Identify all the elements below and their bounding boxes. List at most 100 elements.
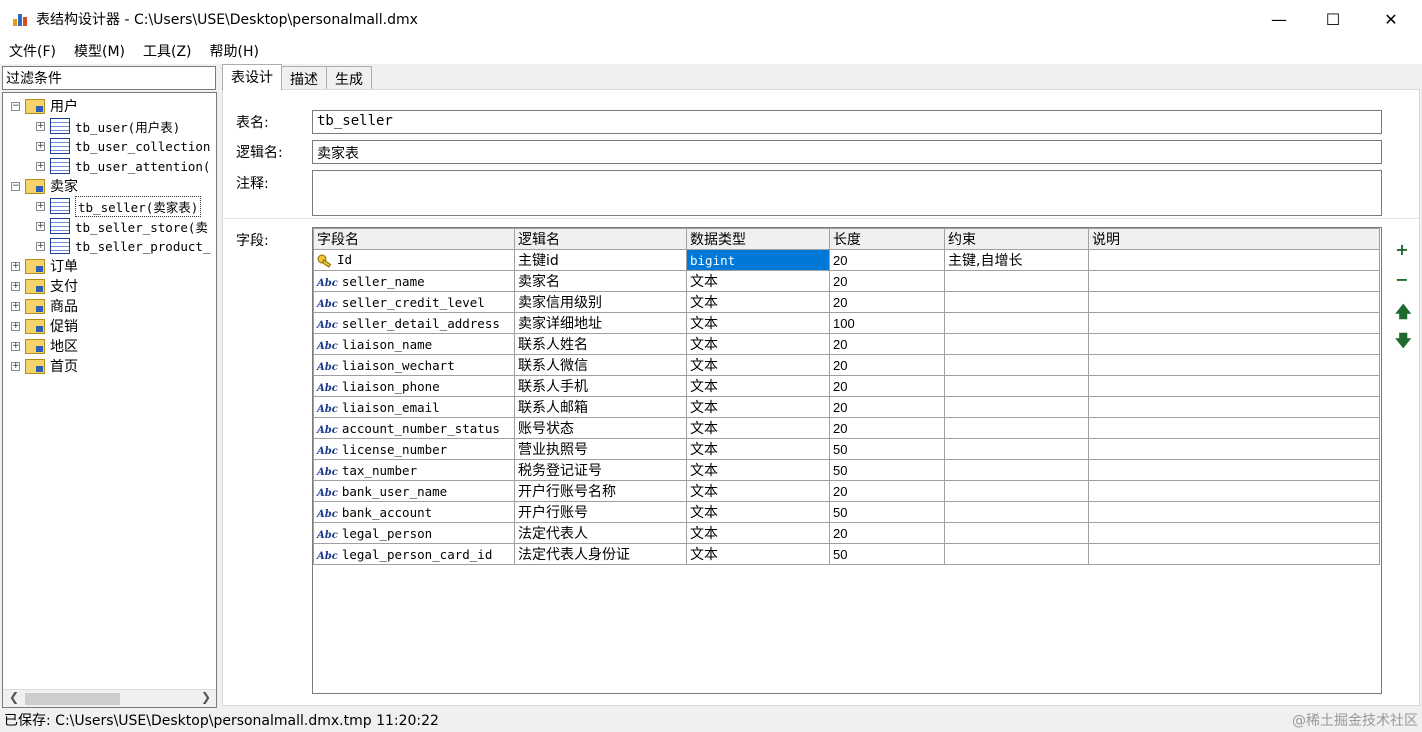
grid-cell-length[interactable]: 20 (829, 480, 945, 502)
grid-cell-constraint[interactable] (944, 543, 1089, 565)
grid-cell-constraint[interactable] (944, 438, 1089, 460)
grid-cell-constraint[interactable] (944, 291, 1089, 313)
collapse-icon[interactable]: − (11, 101, 20, 111)
grid-cell-field-name[interactable]: Id (313, 249, 515, 271)
close-button[interactable]: ✕ (1364, 0, 1418, 38)
grid-cell-logical-name[interactable]: 卖家名 (514, 270, 687, 292)
grid-cell-length[interactable]: 50 (829, 501, 945, 523)
table-row[interactable]: Abc liaison_wechart 联系人微信 文本 20 (313, 354, 1380, 376)
tree-table-item[interactable]: + tb_user_collection (36, 136, 210, 156)
expand-icon[interactable]: + (11, 321, 20, 331)
grid-cell-data-type[interactable]: 文本 (686, 522, 830, 544)
grid-cell-constraint[interactable] (944, 375, 1089, 397)
grid-cell-remark[interactable] (1088, 501, 1380, 523)
model-tree[interactable]: − 用户 + tb_user(用户表) + tb_user_collection + tb_u… (2, 92, 217, 708)
tree-folder[interactable]: + 促销 (11, 316, 78, 336)
table-row[interactable]: Abc liaison_name 联系人姓名 文本 20 (313, 333, 1380, 355)
grid-cell-length[interactable]: 20 (829, 291, 945, 313)
grid-cell-logical-name[interactable]: 卖家详细地址 (514, 312, 687, 334)
menu-file[interactable]: 文件(F) (0, 41, 65, 61)
grid-cell-data-type[interactable]: 文本 (686, 459, 830, 481)
grid-cell-field-name[interactable]: Abc legal_person_card_id (313, 543, 515, 565)
tab-generate[interactable]: 生成 (326, 66, 372, 90)
remove-field-icon[interactable]: − (1395, 272, 1409, 288)
grid-cell-logical-name[interactable]: 主键id (514, 249, 687, 271)
grid-cell-remark[interactable] (1088, 333, 1380, 355)
grid-cell-data-type[interactable]: 文本 (686, 333, 830, 355)
grid-column-header[interactable]: 长度 (829, 228, 945, 250)
grid-cell-length[interactable]: 20 (829, 375, 945, 397)
expand-icon[interactable]: + (11, 301, 20, 311)
add-field-icon[interactable]: + (1395, 242, 1409, 258)
grid-cell-data-type[interactable]: 文本 (686, 501, 830, 523)
table-row[interactable]: Abc legal_person_card_id 法定代表人身份证 文本 50 (313, 543, 1380, 565)
grid-cell-length[interactable]: 20 (829, 270, 945, 292)
grid-cell-remark[interactable] (1088, 270, 1380, 292)
move-up-icon[interactable]: 🡅 (1395, 304, 1411, 320)
grid-cell-remark[interactable] (1088, 375, 1380, 397)
tree-folder[interactable]: − 用户 (11, 96, 78, 116)
grid-column-header[interactable]: 约束 (944, 228, 1089, 250)
grid-cell-data-type[interactable]: 文本 (686, 291, 830, 313)
grid-cell-length[interactable]: 20 (829, 522, 945, 544)
tree-folder[interactable]: + 商品 (11, 296, 78, 316)
grid-cell-constraint[interactable] (944, 522, 1089, 544)
expand-icon[interactable]: + (36, 141, 45, 151)
grid-cell-field-name[interactable]: Abc liaison_email (313, 396, 515, 418)
grid-cell-data-type[interactable]: 文本 (686, 375, 830, 397)
grid-cell-length[interactable]: 20 (829, 249, 945, 271)
grid-cell-constraint[interactable] (944, 270, 1089, 292)
grid-cell-field-name[interactable]: Abc liaison_wechart (313, 354, 515, 376)
grid-cell-data-type[interactable]: 文本 (686, 312, 830, 334)
grid-cell-remark[interactable] (1088, 354, 1380, 376)
tree-table-item[interactable]: + tb_user(用户表) (36, 116, 180, 136)
table-row[interactable]: Abc liaison_email 联系人邮箱 文本 20 (313, 396, 1380, 418)
menu-model[interactable]: 模型(M) (65, 41, 134, 61)
grid-cell-length[interactable]: 20 (829, 354, 945, 376)
grid-cell-field-name[interactable]: Abc legal_person (313, 522, 515, 544)
tree-folder[interactable]: + 支付 (11, 276, 78, 296)
grid-cell-length[interactable]: 100 (829, 312, 945, 334)
expand-icon[interactable]: + (11, 341, 20, 351)
grid-cell-field-name[interactable]: Abc license_number (313, 438, 515, 460)
tab-description[interactable]: 描述 (281, 66, 327, 90)
grid-cell-data-type[interactable]: 文本 (686, 354, 830, 376)
grid-cell-data-type[interactable]: 文本 (686, 270, 830, 292)
fields-grid[interactable]: 字段名 逻辑名 数据类型 长度 约束 说明 Id 主键id bigint 20 主键,自增长 Abc… (312, 227, 1382, 694)
table-row[interactable]: Abc bank_account 开户行账号 文本 50 (313, 501, 1380, 523)
grid-cell-remark[interactable] (1088, 459, 1380, 481)
grid-cell-data-type[interactable]: 文本 (686, 396, 830, 418)
grid-cell-remark[interactable] (1088, 396, 1380, 418)
grid-cell-length[interactable]: 50 (829, 543, 945, 565)
scrollbar-thumb[interactable] (25, 693, 120, 705)
grid-cell-logical-name[interactable]: 账号状态 (514, 417, 687, 439)
grid-column-header[interactable]: 数据类型 (686, 228, 830, 250)
tree-horizontal-scrollbar[interactable]: ❮ ❯ (3, 689, 216, 707)
maximize-button[interactable]: ☐ (1306, 0, 1360, 38)
move-down-icon[interactable]: 🡇 (1395, 333, 1411, 349)
tree-folder[interactable]: − 卖家 (11, 176, 78, 196)
tree-folder[interactable]: + 首页 (11, 356, 78, 376)
table-name-input[interactable]: tb_seller (312, 110, 1382, 134)
grid-cell-data-type[interactable]: bigint (686, 249, 830, 271)
logical-name-input[interactable]: 卖家表 (312, 140, 1382, 164)
grid-cell-remark[interactable] (1088, 417, 1380, 439)
tree-table-item[interactable]: + tb_user_attention( (36, 156, 210, 176)
grid-cell-length[interactable]: 20 (829, 333, 945, 355)
grid-cell-field-name[interactable]: Abc tax_number (313, 459, 515, 481)
grid-cell-field-name[interactable]: Abc bank_account (313, 501, 515, 523)
grid-cell-remark[interactable] (1088, 291, 1380, 313)
grid-cell-constraint[interactable]: 主键,自增长 (944, 249, 1089, 271)
table-row[interactable]: Abc seller_detail_address 卖家详细地址 文本 100 (313, 312, 1380, 334)
collapse-icon[interactable]: − (11, 181, 20, 191)
grid-cell-constraint[interactable] (944, 312, 1089, 334)
grid-cell-logical-name[interactable]: 开户行账号名称 (514, 480, 687, 502)
grid-cell-constraint[interactable] (944, 459, 1089, 481)
grid-cell-constraint[interactable] (944, 396, 1089, 418)
grid-cell-length[interactable]: 20 (829, 396, 945, 418)
grid-cell-field-name[interactable]: Abc account_number_status (313, 417, 515, 439)
menu-tools[interactable]: 工具(Z) (134, 41, 201, 61)
grid-cell-remark[interactable] (1088, 543, 1380, 565)
expand-icon[interactable]: + (36, 241, 45, 251)
grid-cell-length[interactable]: 50 (829, 459, 945, 481)
